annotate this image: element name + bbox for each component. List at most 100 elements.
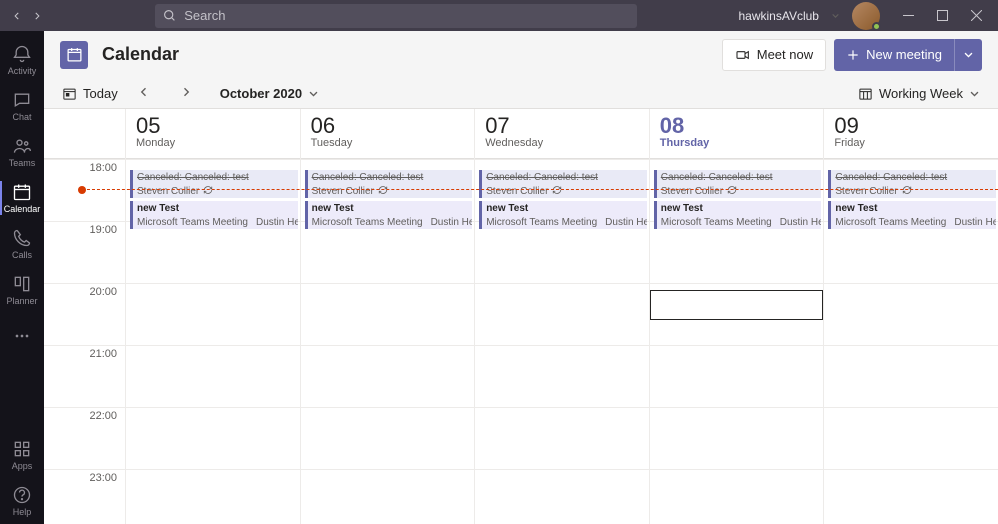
recurrence-icon bbox=[203, 185, 213, 198]
sidebar-item-label: Help bbox=[13, 507, 32, 517]
recurrence-icon bbox=[727, 185, 737, 198]
calendar-event-canceled[interactable]: Canceled: Canceled: test bbox=[130, 170, 298, 184]
video-icon bbox=[735, 47, 751, 63]
day-number: 09 bbox=[834, 115, 988, 137]
day-column[interactable]: 07Wednesday Canceled: Canceled: testSteve… bbox=[475, 109, 650, 524]
day-column[interactable]: 08Thursday Canceled: Canceled: testSteven… bbox=[650, 109, 825, 524]
sidebar-item-label: Calendar bbox=[4, 204, 41, 214]
recurrence-icon bbox=[902, 185, 912, 198]
sidebar-item-label: Calls bbox=[12, 250, 32, 260]
sidebar-item-label: Activity bbox=[8, 66, 37, 76]
view-label: Working Week bbox=[879, 86, 963, 101]
calendar-event-detail[interactable]: Microsoft Teams MeetingDustin He bbox=[479, 215, 647, 229]
history-forward[interactable] bbox=[30, 9, 44, 23]
month-label-text: October 2020 bbox=[220, 86, 302, 101]
day-number: 08 bbox=[660, 115, 814, 137]
hour-label: 20:00 bbox=[44, 283, 125, 345]
window-minimize[interactable] bbox=[892, 0, 926, 31]
avatar[interactable] bbox=[852, 2, 880, 30]
search-input[interactable] bbox=[184, 8, 629, 23]
calendar-event[interactable]: new Test bbox=[479, 201, 647, 215]
day-header[interactable]: 05Monday bbox=[126, 109, 300, 159]
day-column[interactable]: 09Friday Canceled: Canceled: testSteven C… bbox=[824, 109, 998, 524]
day-header[interactable]: 06Tuesday bbox=[301, 109, 475, 159]
hour-label: 19:00 bbox=[44, 221, 125, 283]
sidebar-item-activity[interactable]: Activity bbox=[0, 37, 44, 83]
calendar-event-organizer[interactable]: Steven Collier bbox=[305, 184, 473, 198]
page-title: Calendar bbox=[102, 44, 179, 65]
day-name: Wednesday bbox=[485, 137, 639, 149]
sidebar-more[interactable] bbox=[0, 313, 44, 359]
history-back[interactable] bbox=[10, 9, 24, 23]
next-week[interactable] bbox=[170, 82, 202, 105]
calendar-event-canceled[interactable]: Canceled: Canceled: test bbox=[479, 170, 647, 184]
day-name: Friday bbox=[834, 137, 988, 149]
calendar-event[interactable]: new Test bbox=[130, 201, 298, 215]
sidebar-item-chat[interactable]: Chat bbox=[0, 83, 44, 129]
day-column[interactable]: 05Monday Canceled: Canceled: testSteven C… bbox=[126, 109, 301, 524]
calendar-event-canceled[interactable]: Canceled: Canceled: test bbox=[654, 170, 822, 184]
calendar-event-detail[interactable]: Microsoft Teams MeetingDustin He bbox=[305, 215, 473, 229]
sidebar-item-calls[interactable]: Calls bbox=[0, 221, 44, 267]
calendar-event-detail[interactable]: Microsoft Teams MeetingDustin He bbox=[828, 215, 996, 229]
month-picker[interactable]: October 2020 bbox=[220, 86, 319, 101]
day-header[interactable]: 08Thursday bbox=[650, 109, 824, 159]
chevron-down-icon bbox=[831, 11, 840, 20]
search-box[interactable] bbox=[155, 4, 637, 28]
view-picker[interactable]: Working Week bbox=[858, 86, 980, 101]
new-meeting-dropdown[interactable] bbox=[954, 39, 982, 71]
calendar-view-icon bbox=[858, 86, 873, 101]
sidebar-item-label: Chat bbox=[12, 112, 31, 122]
calendar-app-icon bbox=[60, 41, 88, 69]
account-name[interactable]: hawkinsAVclub bbox=[739, 9, 819, 23]
today-icon bbox=[62, 86, 77, 101]
sidebar-item-planner[interactable]: Planner bbox=[0, 267, 44, 313]
calendar-event[interactable]: new Test bbox=[828, 201, 996, 215]
chevron-down-icon bbox=[969, 88, 980, 99]
chevron-down-icon bbox=[963, 49, 974, 60]
time-selection[interactable] bbox=[650, 290, 824, 320]
calendar-event-canceled[interactable]: Canceled: Canceled: test bbox=[305, 170, 473, 184]
meet-now-button[interactable]: Meet now bbox=[722, 39, 826, 71]
recurrence-icon bbox=[552, 185, 562, 198]
time-gutter: 18:0019:0020:0021:0022:0023:00 bbox=[44, 109, 126, 524]
sidebar-item-teams[interactable]: Teams bbox=[0, 129, 44, 175]
sidebar-item-help[interactable]: Help bbox=[0, 478, 44, 524]
calendar-event-organizer[interactable]: Steven Collier bbox=[130, 184, 298, 198]
button-label: Today bbox=[83, 86, 118, 101]
calendar-grid[interactable]: 05MondayCanceled: Canceled: testSteven C… bbox=[126, 109, 998, 524]
chevron-down-icon bbox=[308, 88, 319, 99]
calendar-event[interactable]: new Test bbox=[305, 201, 473, 215]
new-meeting-button[interactable]: New meeting bbox=[834, 39, 954, 71]
window-close[interactable] bbox=[960, 0, 994, 31]
day-header[interactable]: 09Friday bbox=[824, 109, 998, 159]
calendar-event-organizer[interactable]: Steven Collier bbox=[828, 184, 996, 198]
calendar-event-detail[interactable]: Microsoft Teams MeetingDustin He bbox=[654, 215, 822, 229]
sidebar-item-apps[interactable]: Apps bbox=[0, 432, 44, 478]
calendar-event-canceled[interactable]: Canceled: Canceled: test bbox=[828, 170, 996, 184]
day-header[interactable]: 07Wednesday bbox=[475, 109, 649, 159]
current-time-indicator bbox=[82, 189, 998, 190]
search-icon bbox=[163, 9, 176, 22]
day-name: Tuesday bbox=[311, 137, 465, 149]
day-name: Thursday bbox=[660, 137, 814, 149]
day-number: 06 bbox=[311, 115, 465, 137]
hour-label: 22:00 bbox=[44, 407, 125, 469]
recurrence-icon bbox=[378, 185, 388, 198]
day-number: 05 bbox=[136, 115, 290, 137]
hour-label: 23:00 bbox=[44, 469, 125, 524]
sidebar-item-calendar[interactable]: Calendar bbox=[0, 175, 44, 221]
plus-icon bbox=[846, 48, 860, 62]
calendar-event-organizer[interactable]: Steven Collier bbox=[654, 184, 822, 198]
sidebar-item-label: Teams bbox=[9, 158, 36, 168]
day-number: 07 bbox=[485, 115, 639, 137]
day-column[interactable]: 06Tuesday Canceled: Canceled: testSteven … bbox=[301, 109, 476, 524]
calendar-event[interactable]: new Test bbox=[654, 201, 822, 215]
calendar-event-organizer[interactable]: Steven Collier bbox=[479, 184, 647, 198]
window-maximize[interactable] bbox=[926, 0, 960, 31]
sidebar-item-label: Apps bbox=[12, 461, 33, 471]
calendar-event-detail[interactable]: Microsoft Teams MeetingDustin He bbox=[130, 215, 298, 229]
day-name: Monday bbox=[136, 137, 290, 149]
prev-week[interactable] bbox=[128, 82, 160, 105]
today-button[interactable]: Today bbox=[62, 86, 118, 101]
